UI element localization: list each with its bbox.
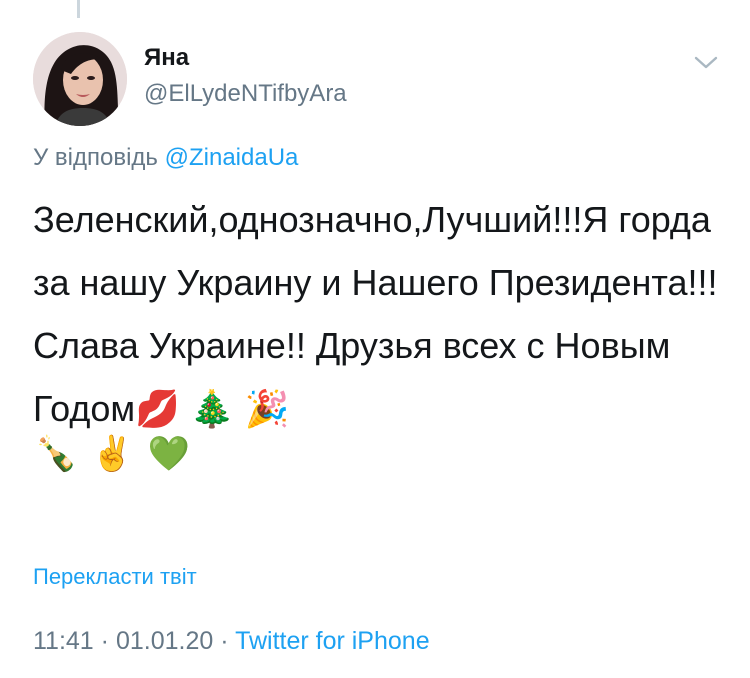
victory-hand-emoji: ✌️ (91, 435, 134, 473)
author-display-name[interactable]: Яна (144, 44, 189, 72)
green-heart-emoji: 💚 (147, 435, 191, 473)
thread-connector-line (77, 0, 80, 18)
translate-tweet-link[interactable]: Перекласти твіт (33, 564, 197, 590)
reply-context: У відповідь @ZinaidaUa (33, 144, 298, 172)
tweet-metadata: 11:41 · 01.01.20 · Twitter for iPhone (33, 626, 430, 656)
meta-separator: · (100, 627, 109, 655)
reply-prefix: У відповідь (33, 144, 165, 171)
tweet-time: 11:41 (33, 627, 94, 655)
tweet-date: 01.01.20 (115, 627, 214, 655)
tweet-text: Зеленский,однозначно,Лучший!!!Я горда за… (33, 199, 721, 429)
tweet-source-link[interactable]: Twitter for iPhone (235, 627, 430, 655)
tweet-emoji-row: 🍾 ✌️ 💚 (35, 432, 190, 476)
champagne-emoji: 🍾 (35, 435, 78, 473)
reply-to-mention-link[interactable]: @ZinaidaUa (165, 144, 299, 171)
profile-photo (33, 32, 127, 126)
meta-separator: · (220, 627, 229, 655)
author-handle[interactable]: @ElLydeNTifbyAra (144, 80, 347, 108)
avatar[interactable] (33, 32, 127, 126)
chevron-down-icon[interactable] (692, 52, 720, 72)
